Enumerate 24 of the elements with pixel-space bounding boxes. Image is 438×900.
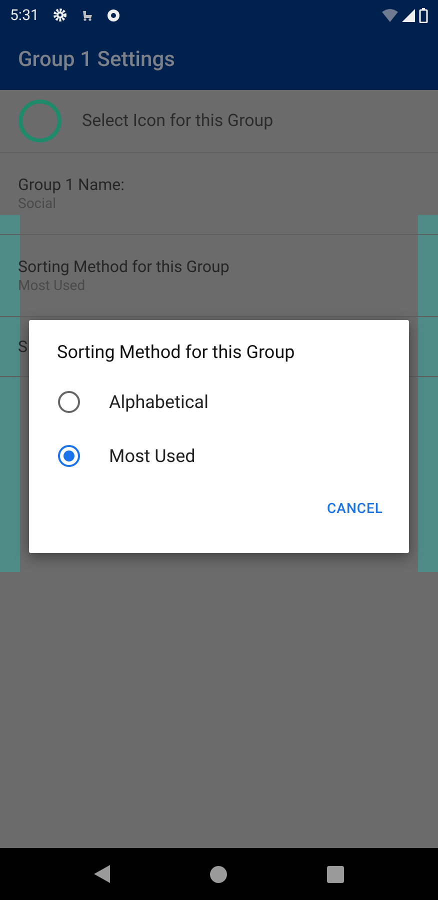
- signal-icon: [402, 8, 415, 22]
- icon-setting-row[interactable]: Select Icon for this Group: [0, 90, 438, 153]
- time: 5:31: [10, 6, 39, 24]
- dialog-title: Sorting Method for this Group: [57, 342, 296, 363]
- home-icon[interactable]: [210, 866, 227, 882]
- cancel-button[interactable]: CANCEL: [317, 493, 393, 525]
- back-icon[interactable]: [94, 865, 110, 883]
- wifi-icon: [382, 8, 398, 22]
- radio-button[interactable]: [57, 390, 81, 414]
- browser-icon: [106, 8, 120, 22]
- circle-icon: [18, 99, 62, 143]
- recents-icon[interactable]: [327, 866, 344, 882]
- screen-title: Group 1 Settings: [18, 48, 175, 72]
- option-label: Alphabetical: [109, 392, 208, 412]
- battery-icon: [419, 8, 428, 22]
- radio-option[interactable]: Alphabetical: [29, 375, 236, 429]
- setting-title: Group 1 Name:: [18, 175, 125, 194]
- setting-title: Select Icon for this Group: [82, 111, 274, 131]
- option-label: Most Used: [109, 446, 196, 466]
- gear-icon: [52, 8, 67, 22]
- radio-button[interactable]: [57, 444, 81, 468]
- setting-title: S: [18, 337, 28, 356]
- radio-option[interactable]: Most Used: [29, 429, 224, 483]
- setting-title: Sorting Method for this Group: [18, 257, 230, 276]
